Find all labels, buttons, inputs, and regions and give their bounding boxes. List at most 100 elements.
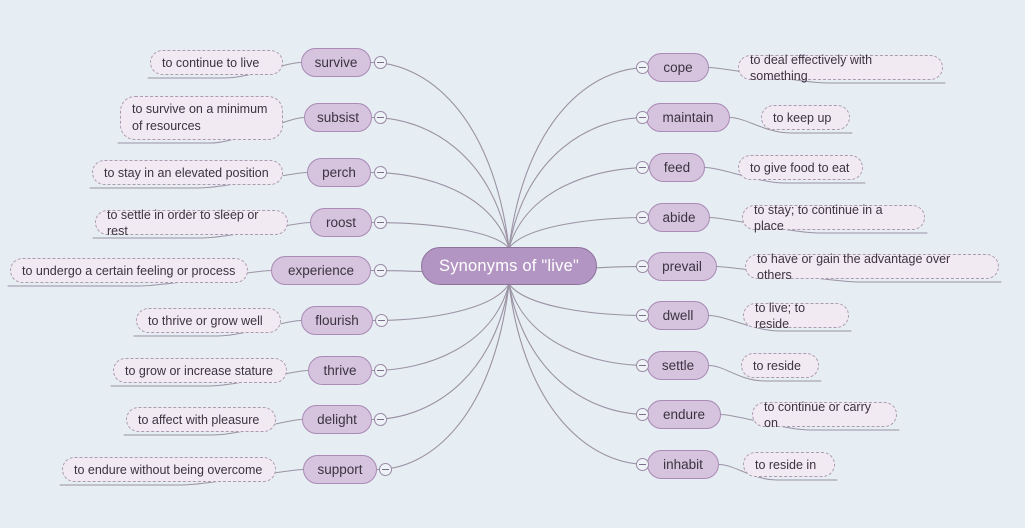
- connector-line: [508, 283, 648, 466]
- mindmap-node-thrive[interactable]: thrive: [308, 356, 372, 385]
- description-box-roost[interactable]: to settle in order to sleep or rest: [95, 208, 288, 238]
- connector-line: [370, 61, 510, 249]
- mindmap-node-feed[interactable]: feed: [649, 153, 705, 182]
- mindmap-node-label: feed: [663, 160, 691, 175]
- description-box-perch[interactable]: to stay in an elevated position: [92, 160, 283, 185]
- description-box-survive[interactable]: to continue to live: [150, 50, 283, 75]
- mindmap-node-label: inhabit: [663, 457, 703, 472]
- description-text: to undergo a certain feeling or process: [22, 263, 236, 278]
- description-text: to give food to eat: [750, 160, 850, 175]
- description-box-support[interactable]: to endure without being overcome: [62, 457, 276, 482]
- root-node-label: Synonyms of "live": [438, 256, 580, 275]
- description-box-subsist[interactable]: to survive on a minimum of resources: [120, 96, 283, 140]
- mindmap-node-settle[interactable]: settle: [647, 351, 709, 380]
- description-box-experience[interactable]: to undergo a certain feeling or process: [10, 258, 248, 283]
- mindmap-node-perch[interactable]: perch: [307, 158, 371, 187]
- mindmap-node-label: subsist: [316, 110, 360, 125]
- description-box-flourish[interactable]: to thrive or grow well: [136, 308, 281, 333]
- description-text: to reside: [753, 358, 801, 373]
- description-box-delight[interactable]: to affect with pleasure: [126, 407, 276, 432]
- connector-line: [508, 216, 649, 249]
- description-text: to grow or increase stature: [125, 363, 273, 378]
- connector-line: [370, 171, 510, 249]
- collapse-toggle-maintain[interactable]: [636, 111, 649, 124]
- mindmap-node-label: cope: [663, 60, 693, 75]
- collapse-toggle-perch[interactable]: [374, 166, 387, 179]
- connector-line: [371, 283, 510, 372]
- collapse-toggle-roost[interactable]: [374, 216, 387, 229]
- description-text: to affect with pleasure: [138, 412, 260, 427]
- collapse-toggle-survive[interactable]: [374, 56, 387, 69]
- connector-line: [508, 116, 647, 249]
- mindmap-node-abide[interactable]: abide: [648, 203, 710, 232]
- collapse-toggle-delight[interactable]: [374, 413, 387, 426]
- collapse-toggle-experience[interactable]: [374, 264, 387, 277]
- description-box-abide[interactable]: to stay; to continue in a place: [742, 203, 925, 233]
- collapse-toggle-cope[interactable]: [636, 61, 649, 74]
- mindmap-node-label: abide: [662, 210, 696, 225]
- description-text: to deal effectively with something: [750, 52, 873, 83]
- mindmap-node-dwell[interactable]: dwell: [647, 301, 709, 330]
- description-box-thrive[interactable]: to grow or increase stature: [113, 358, 287, 383]
- mindmap-node-label: support: [317, 462, 363, 477]
- collapse-toggle-inhabit[interactable]: [636, 458, 649, 471]
- mindmap-node-prevail[interactable]: prevail: [647, 252, 717, 281]
- mindmap-node-flourish[interactable]: flourish: [301, 306, 373, 335]
- connector-line: [508, 66, 648, 249]
- mindmap-node-survive[interactable]: survive: [301, 48, 371, 77]
- mindmap-node-label: settle: [661, 358, 695, 373]
- description-text: to reside in: [755, 457, 817, 472]
- description-text: to keep up: [773, 110, 832, 125]
- collapse-toggle-prevail[interactable]: [636, 260, 649, 273]
- description-text: to stay in an elevated position: [104, 165, 269, 180]
- connector-line: [372, 283, 510, 322]
- collapse-toggle-endure[interactable]: [636, 408, 649, 421]
- description-box-inhabit[interactable]: to reside in: [743, 452, 835, 477]
- mindmap-node-label: flourish: [315, 313, 359, 328]
- mindmap-node-experience[interactable]: experience: [271, 256, 371, 285]
- description-text: to have or gain the advantage over other…: [757, 251, 951, 282]
- collapse-toggle-support[interactable]: [379, 463, 392, 476]
- mindmap-node-label: thrive: [323, 363, 357, 378]
- connector-line: [508, 283, 648, 367]
- mindmap-node-label: experience: [287, 263, 355, 278]
- mindmap-node-label: roost: [325, 215, 356, 230]
- mindmap-node-label: prevail: [662, 259, 702, 274]
- connector-line: [371, 221, 510, 249]
- description-box-maintain[interactable]: to keep up: [761, 105, 850, 130]
- connector-line: [508, 283, 648, 416]
- description-box-prevail[interactable]: to have or gain the advantage over other…: [745, 252, 999, 282]
- root-node[interactable]: Synonyms of "live": [421, 247, 597, 285]
- mindmap-node-maintain[interactable]: maintain: [646, 103, 730, 132]
- mindmap-canvas: Synonyms of "live" survive to continue to …: [0, 0, 1025, 528]
- collapse-toggle-subsist[interactable]: [374, 111, 387, 124]
- description-text: to continue to live: [162, 55, 260, 70]
- collapse-toggle-thrive[interactable]: [374, 364, 387, 377]
- collapse-toggle-feed[interactable]: [636, 161, 649, 174]
- connector-line: [508, 283, 648, 317]
- description-text: to continue or carry on: [764, 399, 871, 430]
- description-box-settle[interactable]: to reside: [741, 353, 819, 378]
- description-box-dwell[interactable]: to live; to reside: [743, 301, 849, 331]
- collapse-toggle-abide[interactable]: [636, 211, 649, 224]
- description-text: to stay; to continue in a place: [754, 202, 883, 233]
- collapse-toggle-flourish[interactable]: [375, 314, 388, 327]
- mindmap-node-label: maintain: [662, 110, 714, 125]
- mindmap-node-subsist[interactable]: subsist: [304, 103, 372, 132]
- description-box-endure[interactable]: to continue or carry on: [752, 400, 897, 430]
- description-line: to survive on a minimum: [132, 102, 268, 116]
- collapse-toggle-settle[interactable]: [636, 359, 649, 372]
- collapse-toggle-dwell[interactable]: [636, 309, 649, 322]
- mindmap-node-delight[interactable]: delight: [302, 405, 372, 434]
- description-text: to survive on a minimum of resources: [132, 101, 267, 135]
- mindmap-node-inhabit[interactable]: inhabit: [647, 450, 719, 479]
- description-box-cope[interactable]: to deal effectively with something: [738, 53, 943, 83]
- description-box-feed[interactable]: to give food to eat: [738, 155, 863, 180]
- mindmap-node-label: perch: [322, 165, 356, 180]
- mindmap-node-roost[interactable]: roost: [310, 208, 372, 237]
- mindmap-node-cope[interactable]: cope: [647, 53, 709, 82]
- mindmap-node-endure[interactable]: endure: [647, 400, 721, 429]
- description-text: to thrive or grow well: [148, 313, 263, 328]
- mindmap-node-label: survive: [314, 55, 358, 70]
- mindmap-node-support[interactable]: support: [303, 455, 377, 484]
